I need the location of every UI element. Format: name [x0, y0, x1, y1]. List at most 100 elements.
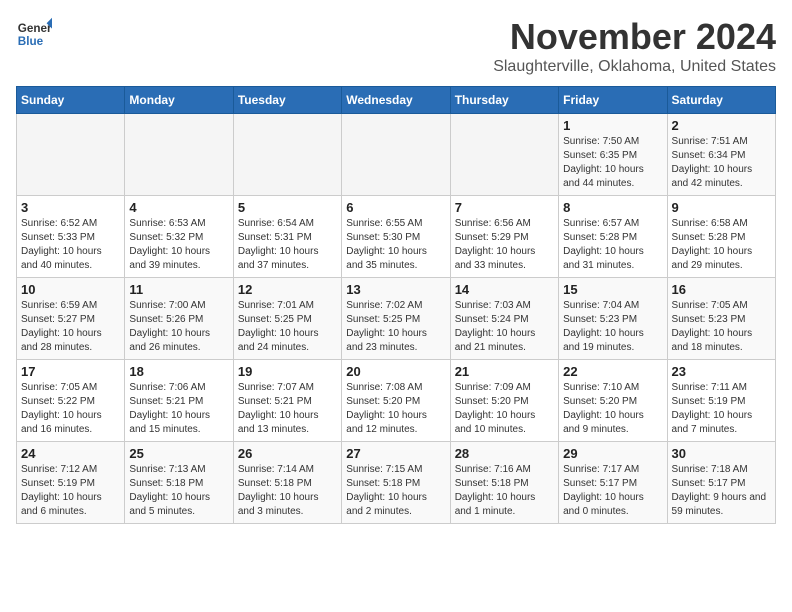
day-info: Sunrise: 7:18 AM Sunset: 5:17 PM Dayligh… — [672, 463, 771, 519]
day-info: Sunrise: 7:50 AM Sunset: 6:35 PM Dayligh… — [563, 135, 662, 191]
day-number: 22 — [563, 364, 662, 379]
day-info: Sunrise: 6:57 AM Sunset: 5:28 PM Dayligh… — [563, 217, 662, 273]
day-number: 30 — [672, 446, 771, 461]
calendar-cell — [342, 114, 450, 196]
calendar-cell: 27 Sunrise: 7:15 AM Sunset: 5:18 PM Dayli… — [342, 442, 450, 524]
calendar-cell: 18 Sunrise: 7:06 AM Sunset: 5:21 PM Dayli… — [125, 360, 233, 442]
day-info: Sunrise: 7:04 AM Sunset: 5:23 PM Dayligh… — [563, 299, 662, 355]
calendar-cell: 19 Sunrise: 7:07 AM Sunset: 5:21 PM Dayli… — [233, 360, 341, 442]
day-info: Sunrise: 6:53 AM Sunset: 5:32 PM Dayligh… — [129, 217, 228, 273]
day-number: 13 — [346, 282, 445, 297]
calendar-cell: 15 Sunrise: 7:04 AM Sunset: 5:23 PM Dayli… — [559, 278, 667, 360]
day-header-monday: Monday — [125, 87, 233, 114]
day-number: 7 — [455, 200, 554, 215]
day-number: 23 — [672, 364, 771, 379]
header: General Blue November 2024 Slaughtervill… — [16, 16, 776, 76]
calendar-table: SundayMondayTuesdayWednesdayThursdayFrid… — [16, 86, 776, 524]
day-info: Sunrise: 7:02 AM Sunset: 5:25 PM Dayligh… — [346, 299, 445, 355]
logo: General Blue — [16, 16, 52, 52]
day-number: 26 — [238, 446, 337, 461]
svg-text:Blue: Blue — [18, 35, 44, 48]
day-number: 8 — [563, 200, 662, 215]
day-number: 3 — [21, 200, 120, 215]
calendar-cell: 8 Sunrise: 6:57 AM Sunset: 5:28 PM Daylig… — [559, 196, 667, 278]
day-info: Sunrise: 7:07 AM Sunset: 5:21 PM Dayligh… — [238, 381, 337, 437]
title-area: November 2024 Slaughterville, Oklahoma, … — [493, 16, 776, 76]
day-info: Sunrise: 6:56 AM Sunset: 5:29 PM Dayligh… — [455, 217, 554, 273]
calendar-week-5: 24Sunrise: 7:12 AM Sunset: 5:19 PM Dayli… — [17, 442, 776, 524]
day-info: Sunrise: 6:52 AM Sunset: 5:33 PM Dayligh… — [21, 217, 120, 273]
calendar-cell: 12Sunrise: 7:01 AM Sunset: 5:25 PM Dayli… — [233, 278, 341, 360]
day-number: 24 — [21, 446, 120, 461]
calendar-cell: 13 Sunrise: 7:02 AM Sunset: 5:25 PM Dayli… — [342, 278, 450, 360]
calendar-body: 1 Sunrise: 7:50 AM Sunset: 6:35 PM Daylig… — [17, 114, 776, 524]
day-number: 21 — [455, 364, 554, 379]
calendar-cell: 26 Sunrise: 7:14 AM Sunset: 5:18 PM Dayli… — [233, 442, 341, 524]
day-info: Sunrise: 7:09 AM Sunset: 5:20 PM Dayligh… — [455, 381, 554, 437]
day-number: 19 — [238, 364, 337, 379]
day-number: 25 — [129, 446, 228, 461]
day-info: Sunrise: 7:11 AM Sunset: 5:19 PM Dayligh… — [672, 381, 771, 437]
calendar-cell: 24Sunrise: 7:12 AM Sunset: 5:19 PM Dayli… — [17, 442, 125, 524]
day-number: 11 — [129, 282, 228, 297]
calendar-cell: 28 Sunrise: 7:16 AM Sunset: 5:18 PM Dayli… — [450, 442, 558, 524]
calendar-cell: 17 Sunrise: 7:05 AM Sunset: 5:22 PM Dayli… — [17, 360, 125, 442]
calendar-cell: 9 Sunrise: 6:58 AM Sunset: 5:28 PM Daylig… — [667, 196, 775, 278]
day-number: 1 — [563, 118, 662, 133]
day-info: Sunrise: 7:15 AM Sunset: 5:18 PM Dayligh… — [346, 463, 445, 519]
day-number: 4 — [129, 200, 228, 215]
day-info: Sunrise: 7:05 AM Sunset: 5:22 PM Dayligh… — [21, 381, 120, 437]
day-number: 18 — [129, 364, 228, 379]
day-number: 6 — [346, 200, 445, 215]
day-number: 14 — [455, 282, 554, 297]
calendar-cell: 22Sunrise: 7:10 AM Sunset: 5:20 PM Dayli… — [559, 360, 667, 442]
day-number: 29 — [563, 446, 662, 461]
calendar-cell: 1 Sunrise: 7:50 AM Sunset: 6:35 PM Daylig… — [559, 114, 667, 196]
day-number: 15 — [563, 282, 662, 297]
day-header-saturday: Saturday — [667, 87, 775, 114]
calendar-cell: 7 Sunrise: 6:56 AM Sunset: 5:29 PM Daylig… — [450, 196, 558, 278]
logo-icon: General Blue — [16, 16, 52, 52]
calendar-cell: 25 Sunrise: 7:13 AM Sunset: 5:18 PM Dayli… — [125, 442, 233, 524]
calendar-week-1: 1 Sunrise: 7:50 AM Sunset: 6:35 PM Daylig… — [17, 114, 776, 196]
calendar-week-2: 3 Sunrise: 6:52 AM Sunset: 5:33 PM Daylig… — [17, 196, 776, 278]
calendar-cell: 11Sunrise: 7:00 AM Sunset: 5:26 PM Dayli… — [125, 278, 233, 360]
day-number: 28 — [455, 446, 554, 461]
day-info: Sunrise: 7:16 AM Sunset: 5:18 PM Dayligh… — [455, 463, 554, 519]
day-info: Sunrise: 7:14 AM Sunset: 5:18 PM Dayligh… — [238, 463, 337, 519]
day-info: Sunrise: 6:58 AM Sunset: 5:28 PM Dayligh… — [672, 217, 771, 273]
day-number: 17 — [21, 364, 120, 379]
calendar-cell: 16Sunrise: 7:05 AM Sunset: 5:23 PM Dayli… — [667, 278, 775, 360]
calendar-cell: 29Sunrise: 7:17 AM Sunset: 5:17 PM Dayli… — [559, 442, 667, 524]
day-number: 20 — [346, 364, 445, 379]
day-info: Sunrise: 7:06 AM Sunset: 5:21 PM Dayligh… — [129, 381, 228, 437]
month-title: November 2024 — [493, 16, 776, 58]
day-number: 27 — [346, 446, 445, 461]
calendar-cell: 2Sunrise: 7:51 AM Sunset: 6:34 PM Daylig… — [667, 114, 775, 196]
calendar-cell: 3 Sunrise: 6:52 AM Sunset: 5:33 PM Daylig… — [17, 196, 125, 278]
day-info: Sunrise: 7:03 AM Sunset: 5:24 PM Dayligh… — [455, 299, 554, 355]
day-header-tuesday: Tuesday — [233, 87, 341, 114]
calendar-cell: 5Sunrise: 6:54 AM Sunset: 5:31 PM Daylig… — [233, 196, 341, 278]
day-info: Sunrise: 6:54 AM Sunset: 5:31 PM Dayligh… — [238, 217, 337, 273]
calendar-header-row: SundayMondayTuesdayWednesdayThursdayFrid… — [17, 87, 776, 114]
day-info: Sunrise: 7:13 AM Sunset: 5:18 PM Dayligh… — [129, 463, 228, 519]
calendar-week-3: 10Sunrise: 6:59 AM Sunset: 5:27 PM Dayli… — [17, 278, 776, 360]
day-number: 9 — [672, 200, 771, 215]
day-info: Sunrise: 7:08 AM Sunset: 5:20 PM Dayligh… — [346, 381, 445, 437]
location-title: Slaughterville, Oklahoma, United States — [493, 58, 776, 76]
day-info: Sunrise: 7:01 AM Sunset: 5:25 PM Dayligh… — [238, 299, 337, 355]
calendar-cell: 10Sunrise: 6:59 AM Sunset: 5:27 PM Dayli… — [17, 278, 125, 360]
day-header-wednesday: Wednesday — [342, 87, 450, 114]
day-header-sunday: Sunday — [17, 87, 125, 114]
calendar-cell: 14 Sunrise: 7:03 AM Sunset: 5:24 PM Dayli… — [450, 278, 558, 360]
day-number: 2 — [672, 118, 771, 133]
calendar-cell — [17, 114, 125, 196]
day-header-friday: Friday — [559, 87, 667, 114]
calendar-cell: 4 Sunrise: 6:53 AM Sunset: 5:32 PM Daylig… — [125, 196, 233, 278]
calendar-cell: 6Sunrise: 6:55 AM Sunset: 5:30 PM Daylig… — [342, 196, 450, 278]
day-header-thursday: Thursday — [450, 87, 558, 114]
calendar-week-4: 17 Sunrise: 7:05 AM Sunset: 5:22 PM Dayli… — [17, 360, 776, 442]
calendar-cell — [450, 114, 558, 196]
calendar-cell — [125, 114, 233, 196]
